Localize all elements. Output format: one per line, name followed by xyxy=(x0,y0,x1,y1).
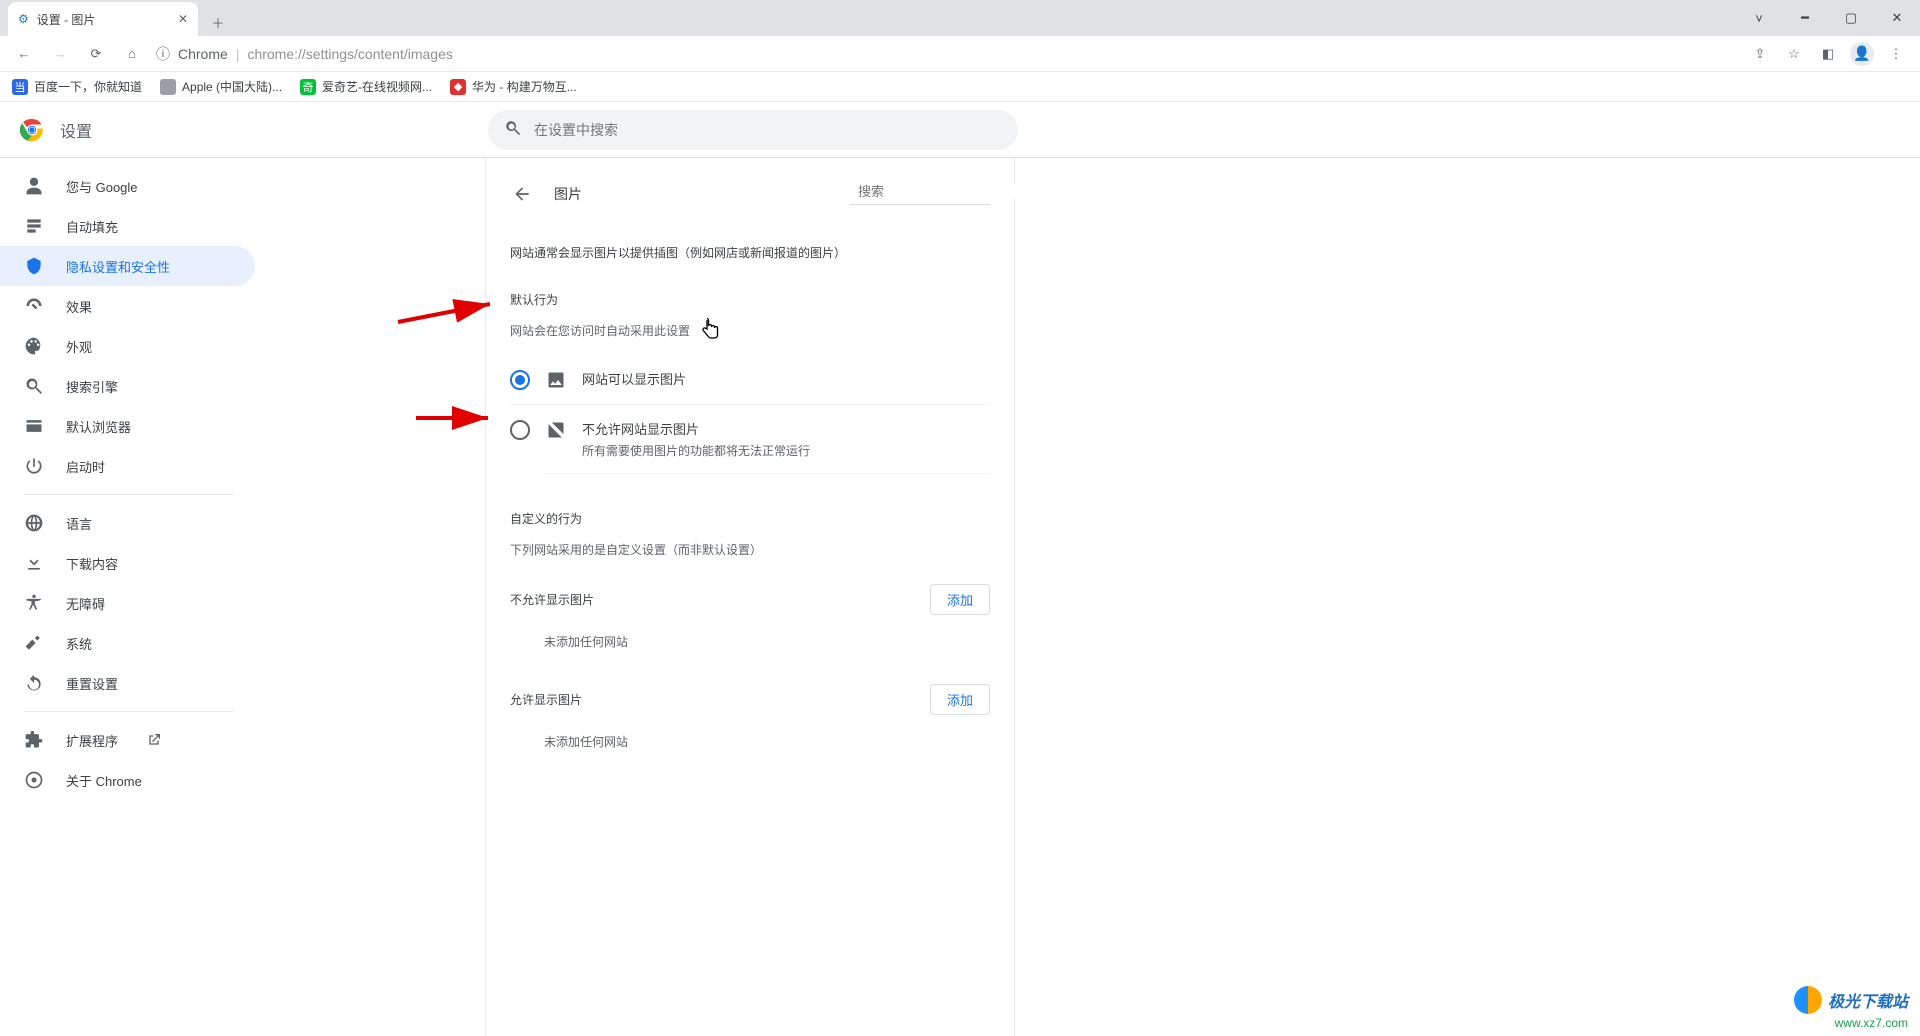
sidebar-item-accessibility[interactable]: 无障碍 xyxy=(0,583,255,623)
radio-allow-images[interactable]: 网站可以显示图片 xyxy=(510,355,990,405)
favicon-icon xyxy=(160,79,176,95)
allow-list-title: 允许显示图片 xyxy=(510,691,582,708)
sidebar-item-autofill[interactable]: 自动填充 xyxy=(0,206,255,246)
image-off-icon xyxy=(546,420,566,440)
nav-forward-icon[interactable]: → xyxy=(44,38,76,70)
window-chevron-icon[interactable]: ˅ xyxy=(1736,0,1782,36)
browser-toolbar: ← → ⟳ ⌂ ⓘ Chrome | chrome://settings/con… xyxy=(0,36,1920,72)
close-tab-icon[interactable]: ✕ xyxy=(178,12,188,26)
image-icon xyxy=(546,370,566,390)
bookmark-item[interactable]: Apple (中国大陆)... xyxy=(160,78,282,95)
sidebar-item-privacy[interactable]: 隐私设置和安全性 xyxy=(0,246,255,286)
sidebar-item-reset[interactable]: 重置设置 xyxy=(0,663,255,703)
settings-search-input[interactable] xyxy=(534,122,1002,138)
gear-icon: ⚙ xyxy=(18,12,29,26)
favicon-icon: 奇 xyxy=(300,79,316,95)
block-list-empty: 未添加任何网站 xyxy=(544,633,990,650)
window-maximize-icon[interactable]: ▢ xyxy=(1828,0,1874,36)
settings-sidebar: 您与 Google 自动填充 隐私设置和安全性 效果 外观 搜索引擎 默认浏览器 xyxy=(0,158,255,1036)
settings-search[interactable] xyxy=(488,110,1018,150)
sidebar-item-search-engine[interactable]: 搜索引擎 xyxy=(0,366,255,406)
favicon-icon: 当 xyxy=(12,79,28,95)
radio-block-sub: 所有需要使用图片的功能都将无法正常运行 xyxy=(582,442,810,459)
address-bar[interactable]: ⓘ Chrome | chrome://settings/content/ima… xyxy=(156,44,453,64)
default-behavior-title: 默认行为 xyxy=(510,291,990,308)
nav-back-icon[interactable]: ← xyxy=(8,38,40,70)
radio-allow-label: 网站可以显示图片 xyxy=(582,369,686,388)
tab-title: 设置 - 图片 xyxy=(37,11,96,28)
radio-block-images[interactable]: 不允许网站显示图片 所有需要使用图片的功能都将无法正常运行 xyxy=(542,405,990,474)
annotation-arrow xyxy=(398,298,498,331)
side-panel-icon[interactable]: ◧ xyxy=(1812,38,1844,70)
custom-behavior-sub: 下列网站采用的是自定义设置（而非默认设置） xyxy=(510,541,990,558)
bookmark-item[interactable]: ◆华为 - 构建万物互... xyxy=(450,78,577,95)
settings-header: 设置 xyxy=(0,102,1920,158)
search-icon xyxy=(504,119,522,140)
share-icon[interactable]: ⇪ xyxy=(1744,38,1776,70)
sidebar-item-appearance[interactable]: 外观 xyxy=(0,326,255,366)
custom-behavior-title: 自定义的行为 xyxy=(510,510,990,527)
browser-tab[interactable]: ⚙ 设置 - 图片 ✕ xyxy=(8,2,198,36)
sidebar-item-languages[interactable]: 语言 xyxy=(0,503,255,543)
chrome-logo-icon xyxy=(20,118,44,142)
panel-description: 网站通常会显示图片以提供插图（例如网店或新闻报道的图片） xyxy=(510,244,990,261)
radio-block-label: 不允许网站显示图片 xyxy=(582,419,810,438)
bookmark-item[interactable]: 当百度一下，你就知道 xyxy=(12,78,142,95)
profile-avatar[interactable]: 👤 xyxy=(1846,38,1878,70)
app-title: 设置 xyxy=(60,118,92,142)
nav-home-icon[interactable]: ⌂ xyxy=(116,38,148,70)
new-tab-button[interactable]: ＋ xyxy=(204,8,232,36)
sidebar-item-extensions[interactable]: 扩展程序 xyxy=(0,720,255,760)
sidebar-item-default-browser[interactable]: 默认浏览器 xyxy=(0,406,255,446)
window-controls: ˅ ━ ▢ ✕ xyxy=(1736,0,1920,36)
url-path: chrome://settings/content/images xyxy=(247,46,452,62)
kebab-menu-icon[interactable]: ⋮ xyxy=(1880,38,1912,70)
add-block-site-button[interactable]: 添加 xyxy=(930,584,990,615)
panel-title: 图片 xyxy=(554,184,582,204)
window-close-icon[interactable]: ✕ xyxy=(1874,0,1920,36)
nav-reload-icon[interactable]: ⟳ xyxy=(80,38,112,70)
url-origin: Chrome xyxy=(178,46,228,62)
window-minimize-icon[interactable]: ━ xyxy=(1782,0,1828,36)
sidebar-item-about-chrome[interactable]: 关于 Chrome xyxy=(0,760,255,800)
default-behavior-sub: 网站会在您访问时自动采用此设置 xyxy=(510,322,990,339)
favicon-icon: ◆ xyxy=(450,79,466,95)
bookmark-star-icon[interactable]: ☆ xyxy=(1778,38,1810,70)
add-allow-site-button[interactable]: 添加 xyxy=(930,684,990,715)
radio-icon[interactable] xyxy=(510,370,530,390)
site-info-icon[interactable]: ⓘ xyxy=(156,44,170,64)
bookmark-item[interactable]: 奇爱奇艺-在线视频网... xyxy=(300,78,432,95)
annotation-arrow xyxy=(416,408,496,431)
sidebar-item-system[interactable]: 系统 xyxy=(0,623,255,663)
sidebar-item-downloads[interactable]: 下载内容 xyxy=(0,543,255,583)
allow-list-empty: 未添加任何网站 xyxy=(544,733,990,750)
panel-back-button[interactable] xyxy=(510,182,534,206)
external-link-icon xyxy=(146,732,162,748)
block-list-title: 不允许显示图片 xyxy=(510,591,594,608)
sidebar-item-performance[interactable]: 效果 xyxy=(0,286,255,326)
panel-search[interactable] xyxy=(850,184,990,205)
sidebar-item-you-and-google[interactable]: 您与 Google xyxy=(0,166,255,206)
sidebar-item-on-startup[interactable]: 启动时 xyxy=(0,446,255,486)
content-panel: 图片 网站通常会显示图片以提供插图（例如网店或新闻报道的图片） 默认行为 网站会… xyxy=(485,158,1015,1036)
window-titlebar: ⚙ 设置 - 图片 ✕ ＋ ˅ ━ ▢ ✕ xyxy=(0,0,1920,36)
radio-icon[interactable] xyxy=(510,420,530,440)
bookmarks-bar: 当百度一下，你就知道 Apple (中国大陆)... 奇爱奇艺-在线视频网...… xyxy=(0,72,1920,102)
panel-search-input[interactable] xyxy=(858,184,1034,199)
